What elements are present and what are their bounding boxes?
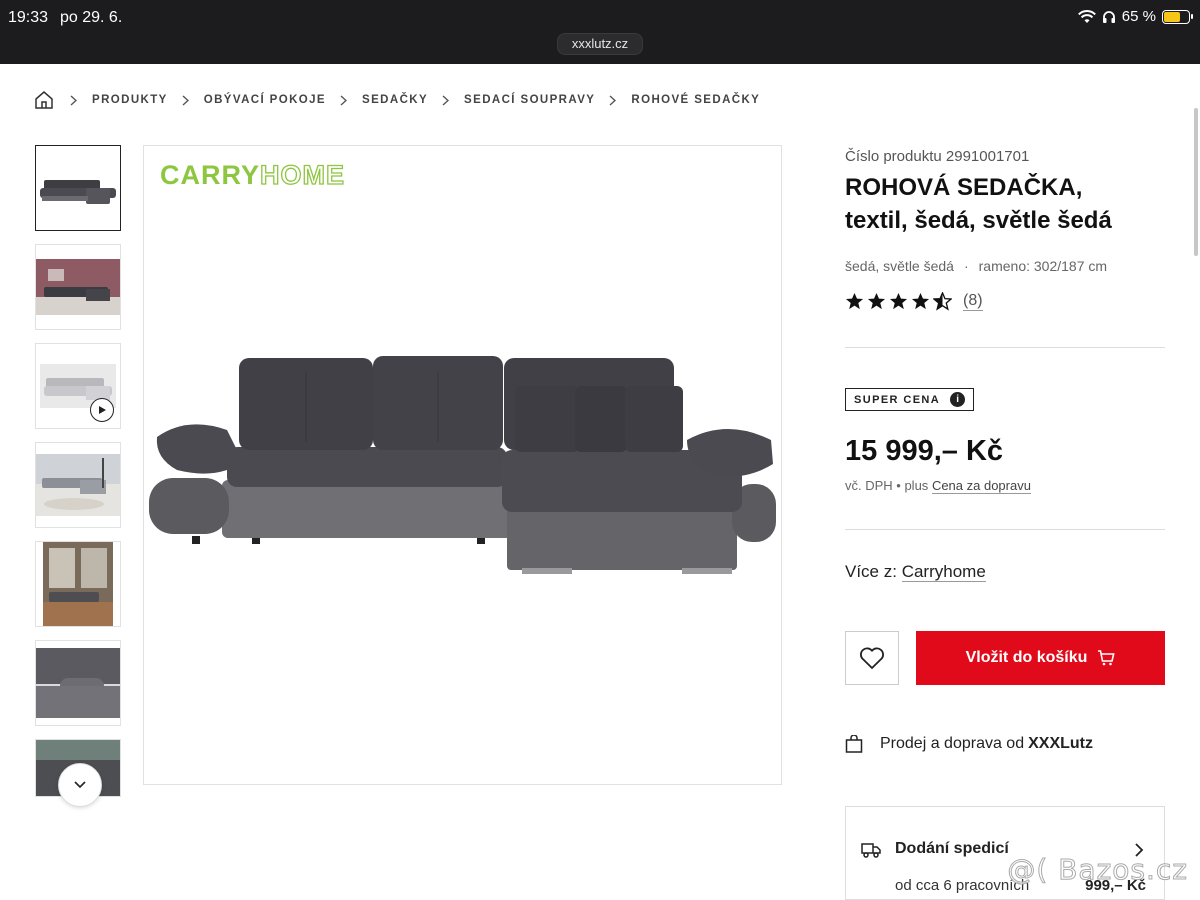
title-bold: ROHOVÁ [845,174,951,201]
delivery-title: Dodání spedicí [895,840,1009,857]
title-rest: SEDAČKA, [950,174,1083,201]
main-product-image[interactable]: CARRYHOME [143,145,782,785]
divider [845,529,1165,530]
chevron-right-icon [340,94,348,106]
watermark: @( Bazos.cz [1007,853,1188,887]
rating-count[interactable]: (8) [963,292,983,311]
seller-text: Prodej a doprava od [880,735,1025,752]
home-icon[interactable] [34,89,56,111]
breadcrumb-rohove-sedacky[interactable]: ROHOVÉ SEDAČKY [631,94,760,106]
product-number: Číslo produktu 2991001701 [845,148,1030,165]
plus-label: plus [904,478,929,493]
product-title: ROHOVÁ SEDAČKA, textil, šedá, světle šed… [845,171,1165,237]
breadcrumb-obyvaci-pokoje[interactable]: OBÝVACÍ POKOJE [204,94,326,106]
chevron-right-icon [609,94,617,106]
vat-label: vč. DPH [845,478,893,493]
thumbnail-5[interactable] [35,541,121,627]
product-color: šedá, světle šedá [845,258,954,274]
sofa-image [149,356,776,574]
shipping-cost-link[interactable]: Cena za dopravu [931,478,1031,494]
thumbnail-2[interactable] [35,244,121,330]
seller-name: XXXLutz [1028,735,1093,752]
add-to-cart-button[interactable]: Vložit do košíku [916,631,1165,685]
battery-icon [1162,9,1193,24]
more-from-label: Více z: [845,562,897,581]
status-indicators: 65 % [1077,8,1193,25]
add-to-cart-label: Vložit do košíku [965,649,1088,666]
thumbnail-4[interactable] [35,442,121,528]
seller-info: Prodej a doprava od XXXLutz [845,735,1165,753]
star-full-icon [845,292,864,310]
breadcrumb-sedacky[interactable]: SEDAČKY [362,94,428,106]
wishlist-button[interactable] [845,631,899,685]
product-arm: rameno: 302/187 cm [978,258,1108,274]
scrollbar[interactable] [1194,108,1198,256]
price: 15 999,– Kč [845,435,1004,467]
chevron-right-icon [70,94,78,106]
battery-percent: 65 % [1121,8,1156,25]
badge-label: SUPER CENA [854,393,941,406]
product-info: Číslo produktu 2991001701 ROHOVÁ SEDAČKA… [845,145,1165,753]
chevron-down-icon [74,781,86,789]
super-price-badge[interactable]: SUPER CENA i [845,388,975,411]
star-full-icon [867,292,886,310]
chevron-right-icon [442,94,450,106]
heart-icon [860,647,884,669]
divider [845,347,1165,348]
star-full-icon [889,292,908,310]
more-from-brand: Více z: Carryhome [845,562,1165,582]
truck-icon [861,843,881,858]
star-half-icon [933,292,952,311]
product-meta: šedá, světle šedá · rameno: 302/187 cm [845,258,1108,274]
rating[interactable]: (8) [845,292,1165,311]
info-icon[interactable]: i [950,392,966,407]
status-date: po 29. 6. [60,9,123,26]
purchase-actions: Vložit do košíku [845,631,1165,685]
cart-icon [1098,650,1115,666]
play-icon[interactable] [90,398,114,422]
title-line2: textil, šedá, světle šedá [845,207,1112,234]
thumbnail-6[interactable] [35,640,121,726]
thumbnail-3-video[interactable] [35,343,121,429]
thumbnail-gallery [35,145,121,810]
shopping-bag-icon [845,735,863,753]
scroll-thumbnails-down-button[interactable] [58,763,102,807]
brand-link[interactable]: Carryhome [901,562,986,582]
breadcrumb-sedaci-soupravy[interactable]: SEDACÍ SOUPRAVY [464,94,595,106]
breadcrumb-produkty[interactable]: PRODUKTY [92,94,168,106]
vat-info: vč. DPH • plus Cena za dopravu [845,478,1031,494]
status-time: 19:33 [8,9,49,26]
url-bar[interactable]: xxxlutz.cz [557,33,643,55]
headphones-icon [1102,10,1115,23]
thumbnail-1[interactable] [35,145,121,231]
breadcrumb: PRODUKTY OBÝVACÍ POKOJE SEDAČKY SEDACÍ S… [34,88,760,112]
wifi-icon [1077,9,1096,23]
star-full-icon [911,292,930,310]
brand-logo: CARRYHOME [160,159,346,190]
status-bar: 19:33 po 29. 6. 65 % xxxlutz.cz [0,0,1200,64]
chevron-right-icon [182,94,190,106]
